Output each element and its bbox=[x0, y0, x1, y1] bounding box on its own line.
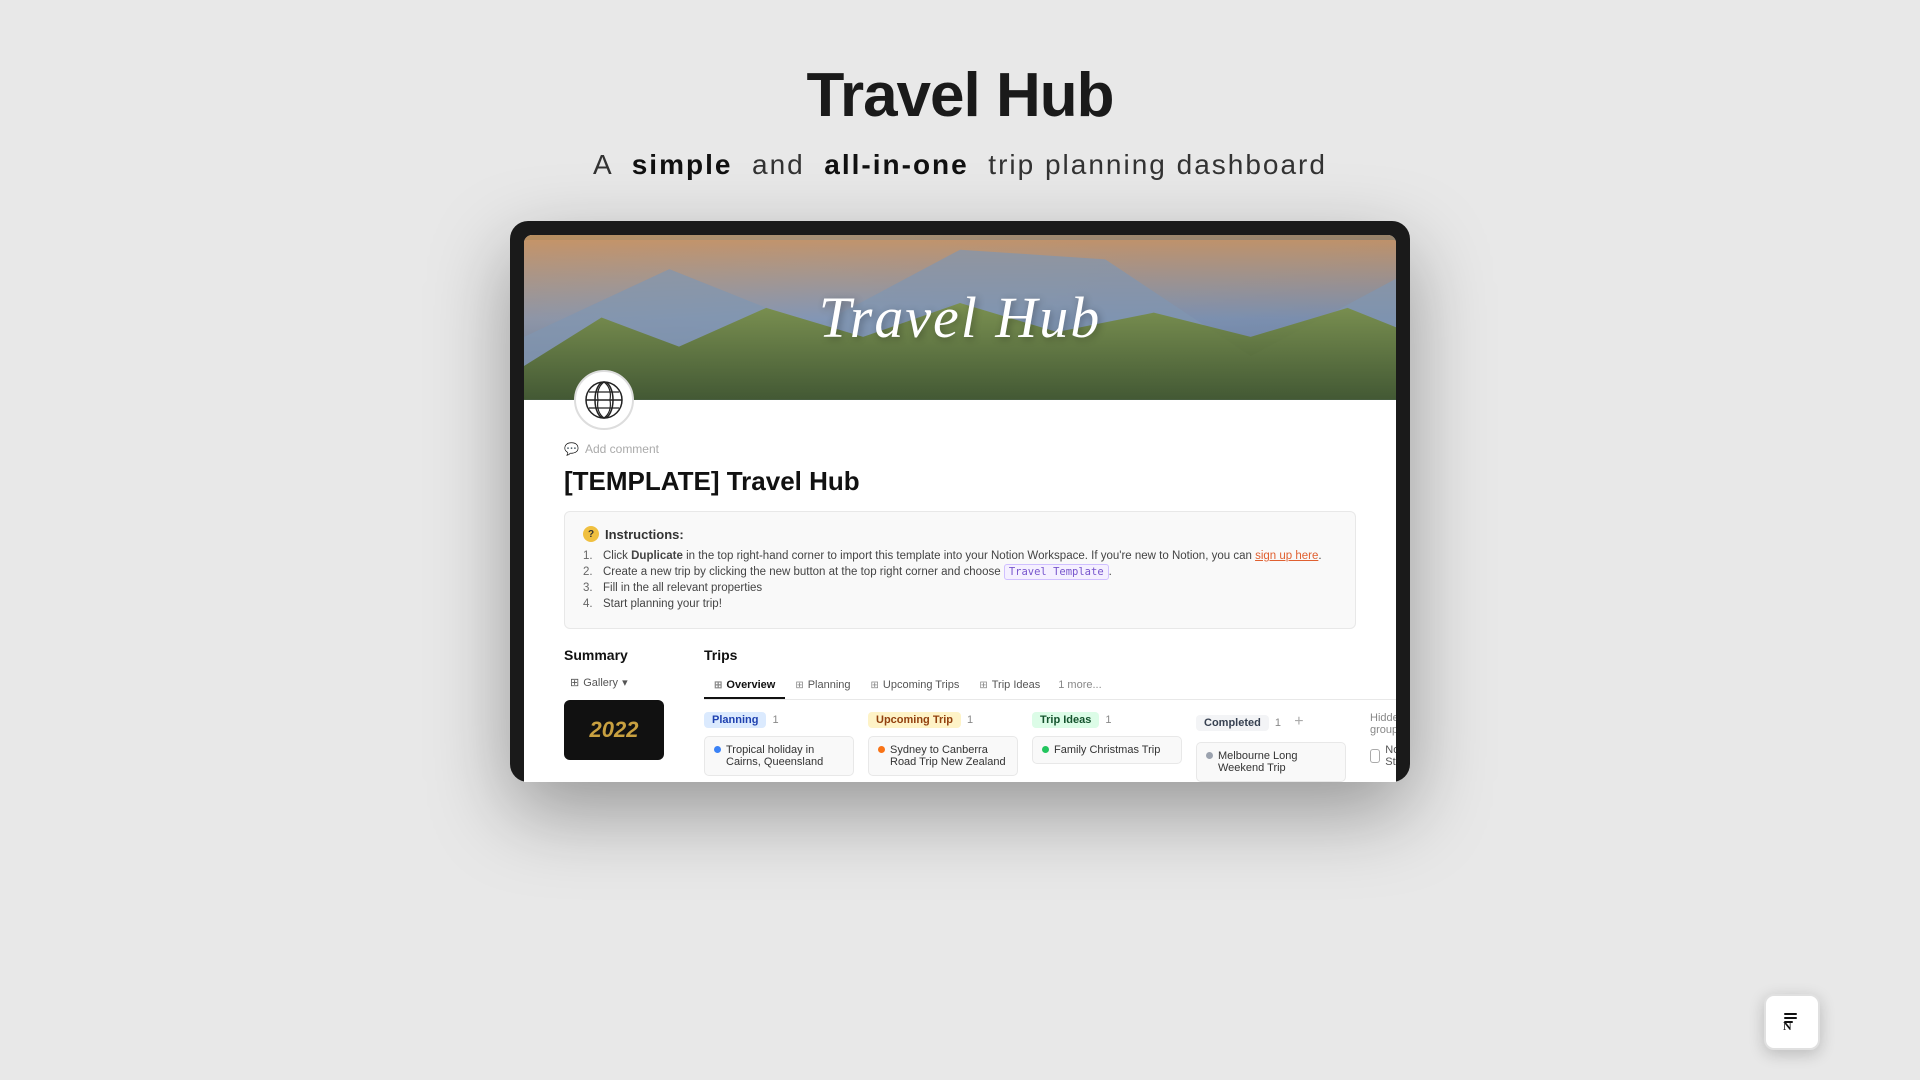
tab-upcoming[interactable]: ⊞ Upcoming Trips bbox=[861, 673, 970, 699]
kanban-col-ideas: Trip Ideas 1 Family Christmas Trip bbox=[1032, 712, 1182, 782]
add-comment-row[interactable]: 💬 Add comment bbox=[564, 442, 1356, 456]
completed-card-text: Melbourne Long Weekend Trip bbox=[1218, 750, 1336, 774]
subtitle-post: trip planning dashboard bbox=[988, 149, 1327, 180]
tab-more[interactable]: 1 more... bbox=[1050, 673, 1109, 699]
upcoming-card-text: Sydney to Canberra Road Trip New Zealand bbox=[890, 744, 1008, 768]
signup-link[interactable]: sign up here bbox=[1255, 550, 1318, 562]
tab-planning-icon: ⊞ bbox=[795, 680, 803, 691]
subtitle-pre: A bbox=[593, 149, 612, 180]
kanban-col-upcoming: Upcoming Trip 1 Sydney to Canberra Road … bbox=[868, 712, 1018, 782]
page-subtitle: A simple and all-in-one trip planning da… bbox=[593, 149, 1327, 181]
doc-title: [TEMPLATE] Travel Hub bbox=[564, 466, 1356, 497]
tab-planning-label: Planning bbox=[808, 679, 851, 691]
tab-upcoming-icon: ⊞ bbox=[871, 680, 879, 691]
hero-banner: Travel Hub bbox=[524, 235, 1396, 400]
globe-icon bbox=[574, 370, 634, 430]
gallery-label: Gallery bbox=[583, 677, 618, 689]
kanban-col-upcoming-header: Upcoming Trip 1 bbox=[868, 712, 1018, 728]
kanban-col-planning: Planning 1 Tropical holiday in Cairns, Q… bbox=[704, 712, 854, 782]
completed-count: 1 bbox=[1275, 717, 1281, 729]
subtitle-bold1: simple bbox=[632, 149, 733, 180]
gallery-button[interactable]: ⊞ Gallery ▾ bbox=[564, 673, 634, 692]
svg-text:N: N bbox=[1783, 1019, 1792, 1033]
no-status-label: No Statu bbox=[1385, 744, 1396, 768]
add-completed-button[interactable]: + bbox=[1287, 710, 1311, 734]
kanban-card-ideas-1[interactable]: Family Christmas Trip bbox=[1032, 736, 1182, 764]
planning-count: 1 bbox=[772, 714, 778, 726]
bottom-section: Summary ⊞ Gallery ▾ 2022 Trips ⊞ Overvie bbox=[524, 647, 1396, 782]
instruction-step-3: 3. Fill in the all relevant properties bbox=[583, 582, 1337, 594]
ideas-card-text: Family Christmas Trip bbox=[1054, 744, 1160, 756]
kanban-col-completed: Completed 1 + Melbourne Long Weekend Tri… bbox=[1196, 712, 1346, 782]
instruction-step-4: 4. Start planning your trip! bbox=[583, 598, 1337, 610]
instructions-header: ? Instructions: bbox=[583, 526, 1337, 542]
tab-planning[interactable]: ⊞ Planning bbox=[785, 673, 860, 699]
summary-card: 2022 bbox=[564, 700, 664, 760]
summary-panel: Summary ⊞ Gallery ▾ 2022 bbox=[564, 647, 674, 782]
upcoming-card-dot bbox=[878, 746, 885, 753]
tab-overview[interactable]: ⊞ Overview bbox=[704, 673, 785, 699]
instructions-box: ? Instructions: 1. Click Duplicate in th… bbox=[564, 511, 1356, 629]
planning-badge: Planning bbox=[704, 712, 766, 728]
tab-overview-icon: ⊞ bbox=[714, 680, 722, 691]
ideas-badge: Trip Ideas bbox=[1032, 712, 1099, 728]
upcoming-count: 1 bbox=[967, 714, 973, 726]
hero-title: Travel Hub bbox=[819, 284, 1102, 351]
upcoming-badge: Upcoming Trip bbox=[868, 712, 961, 728]
gallery-chevron-icon: ▾ bbox=[622, 676, 628, 689]
kanban-col-ideas-header: Trip Ideas 1 bbox=[1032, 712, 1182, 728]
tab-overview-label: Overview bbox=[726, 679, 775, 691]
device-mockup: Travel Hub 💬 Add comment bbox=[510, 221, 1410, 782]
trips-panel: Trips ⊞ Overview ⊞ Planning ⊞ Upcoming T… bbox=[704, 647, 1396, 782]
tab-upcoming-label: Upcoming Trips bbox=[883, 679, 959, 691]
content-area: 💬 Add comment [TEMPLATE] Travel Hub ? In… bbox=[524, 370, 1396, 629]
completed-badge: Completed bbox=[1196, 715, 1269, 731]
kanban-board: Planning 1 Tropical holiday in Cairns, Q… bbox=[704, 712, 1396, 782]
kanban-card-planning-1[interactable]: Tropical holiday in Cairns, Queensland bbox=[704, 736, 854, 776]
instructions-label: Instructions: bbox=[605, 527, 684, 542]
comment-icon: 💬 bbox=[564, 442, 579, 456]
kanban-card-upcoming-1[interactable]: Sydney to Canberra Road Trip New Zealand bbox=[868, 736, 1018, 776]
subtitle-mid: and bbox=[752, 149, 805, 180]
trips-label: Trips bbox=[704, 647, 1396, 663]
trips-tabs: ⊞ Overview ⊞ Planning ⊞ Upcoming Trips ⊞… bbox=[704, 673, 1396, 700]
tab-ideas-label: Trip Ideas bbox=[992, 679, 1041, 691]
summary-label: Summary bbox=[564, 647, 674, 663]
device-screen: Travel Hub 💬 Add comment bbox=[524, 235, 1396, 782]
kanban-card-completed-1[interactable]: Melbourne Long Weekend Trip bbox=[1196, 742, 1346, 782]
instructions-list: 1. Click Duplicate in the top right-hand… bbox=[583, 550, 1337, 610]
kanban-col-planning-header: Planning 1 bbox=[704, 712, 854, 728]
ideas-count: 1 bbox=[1105, 714, 1111, 726]
hidden-group-col: Hidden group No Statu bbox=[1360, 712, 1396, 782]
tab-ideas[interactable]: ⊞ Trip Ideas bbox=[969, 673, 1050, 699]
gallery-icon: ⊞ bbox=[570, 676, 579, 689]
tab-more-label: 1 more... bbox=[1058, 679, 1101, 691]
page-title: Travel Hub bbox=[807, 60, 1114, 131]
instruction-step-1: 1. Click Duplicate in the top right-hand… bbox=[583, 550, 1337, 562]
no-status-row: No Statu bbox=[1370, 744, 1396, 768]
ideas-card-dot bbox=[1042, 746, 1049, 753]
question-icon: ? bbox=[583, 526, 599, 542]
instruction-step-2: 2. Create a new trip by clicking the new… bbox=[583, 566, 1337, 578]
kanban-col-completed-header: Completed 1 + bbox=[1196, 712, 1346, 734]
add-comment-label: Add comment bbox=[585, 442, 659, 456]
summary-year: 2022 bbox=[590, 717, 639, 743]
planning-card-dot bbox=[714, 746, 721, 753]
no-status-icon bbox=[1370, 749, 1380, 763]
subtitle-bold2: all-in-one bbox=[824, 149, 968, 180]
hidden-group-label: Hidden group bbox=[1370, 712, 1396, 736]
completed-card-dot bbox=[1206, 752, 1213, 759]
notion-logo: N bbox=[1764, 994, 1820, 1050]
travel-template-code: Travel Template bbox=[1004, 564, 1109, 580]
planning-card-text: Tropical holiday in Cairns, Queensland bbox=[726, 744, 844, 768]
tab-ideas-icon: ⊞ bbox=[979, 680, 987, 691]
